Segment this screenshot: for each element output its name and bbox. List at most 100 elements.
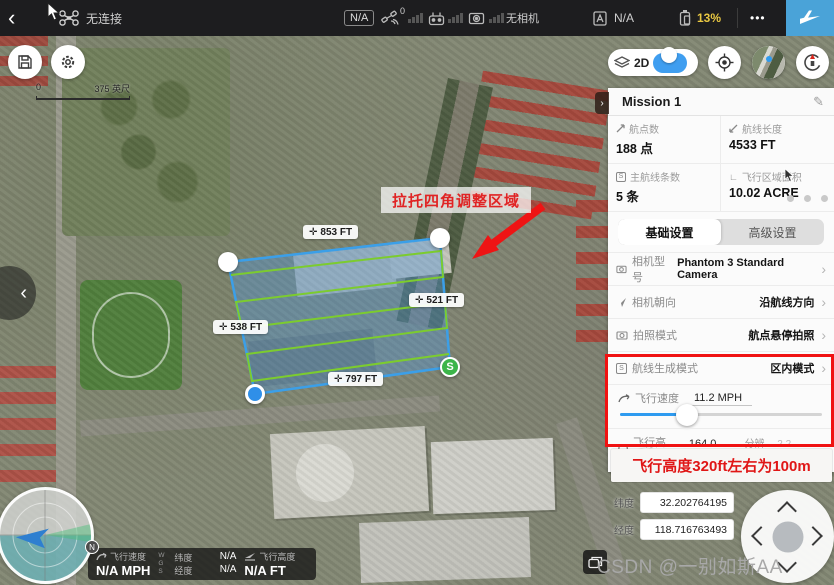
toggle-knob — [661, 47, 677, 63]
longitude-field[interactable]: 118.716763493 — [640, 519, 734, 540]
start-waypoint-marker[interactable]: S — [440, 357, 460, 377]
flight-mode-value: N/A — [614, 0, 634, 36]
remote-controller-icon — [428, 0, 445, 36]
plus-icon: ✛ — [309, 227, 317, 238]
view-2d-label: 2D — [634, 56, 649, 70]
edge-length-top: ✛853 FT — [303, 225, 358, 239]
corner-handle-topleft[interactable] — [218, 252, 238, 272]
speed-value-field[interactable]: 11.2 MPH — [684, 391, 752, 406]
gear-icon — [59, 53, 77, 71]
ruler-icon: ∟ — [729, 172, 738, 182]
collapse-panel-button[interactable]: › — [595, 92, 609, 114]
compass-icon — [802, 52, 823, 73]
corner-handle-bottomleft[interactable] — [245, 384, 265, 404]
row-capture-mode[interactable]: 拍照模式 航点悬停拍照 › — [608, 318, 834, 351]
plus-icon: ✛ — [334, 374, 342, 385]
chevron-right-icon: › — [821, 261, 826, 277]
tab-basic-settings[interactable]: 基础设置 — [618, 219, 721, 245]
telemetry-altitude: 飞行高度 N/A FT — [244, 550, 295, 578]
route-length-icon — [729, 124, 738, 133]
camera-status: 无相机 — [506, 0, 539, 36]
s-mode-icon: S — [616, 363, 627, 374]
s-mode-icon: S — [616, 172, 626, 182]
heading-icon — [616, 297, 627, 308]
telemetry-coords: 纬度N/A 经度N/A — [174, 551, 236, 577]
stats-page-dots[interactable] — [787, 195, 828, 202]
satellite-icon — [381, 0, 399, 36]
annotation-altitude-note: 飞行高度320ft左右为100m — [611, 449, 832, 482]
layers-icon — [614, 56, 630, 70]
chevron-right-icon: › — [821, 294, 826, 310]
mission-stats: 航点数 188 点 航线长度 4533 FT S主航线条数 5 条 ∟飞行区域面… — [608, 116, 834, 212]
scale-start: 0 — [36, 82, 41, 95]
takeoff-button[interactable] — [786, 0, 834, 36]
drone-icon — [58, 0, 80, 36]
stat-route-length: 航线长度 4533 FT — [721, 116, 834, 164]
north-indicator: N — [85, 540, 99, 554]
corner-handle-topright[interactable] — [430, 228, 450, 248]
flight-speed-slider-row: 飞行速度 11.2 MPH — [608, 384, 834, 428]
row-camera-heading[interactable]: 相机朝向 沿航线方向 › — [608, 285, 834, 318]
nudge-left-button[interactable] — [751, 526, 771, 546]
camera-icon — [616, 264, 627, 274]
mode-badge: N/A — [344, 0, 374, 36]
telemetry-bar: 飞行速度 N/A MPH WGS 纬度N/A 经度N/A 飞行高度 N/A FT — [88, 548, 316, 580]
satellite-count: 0 — [400, 0, 405, 29]
chevron-right-icon: › — [821, 327, 826, 343]
back-button[interactable]: ‹ — [8, 0, 15, 36]
plus-icon: ✛ — [219, 322, 227, 333]
plus-icon: ✛ — [415, 295, 423, 306]
edge-length-right: ✛521 FT — [409, 293, 464, 307]
wgs-label: WGS — [158, 552, 166, 576]
edge-length-left: ✛538 FT — [213, 320, 268, 334]
2d-toggle-switch[interactable] — [653, 53, 687, 73]
mouse-cursor — [47, 2, 61, 22]
more-button[interactable]: ••• — [750, 0, 766, 36]
telemetry-speed: 飞行速度 N/A MPH — [96, 550, 150, 578]
tab-advanced-settings[interactable]: 高级设置 — [721, 219, 824, 245]
waypoint-icon — [616, 124, 625, 133]
stat-area: ∟飞行区域面积 10.02 ACRE — [721, 164, 834, 212]
scale-end: 375 英尺 — [94, 82, 130, 95]
save-mission-button[interactable] — [8, 45, 42, 79]
topbar-divider — [737, 0, 738, 36]
battery-icon — [678, 0, 692, 36]
nudge-right-button[interactable] — [803, 526, 823, 546]
chevron-right-icon: › — [821, 360, 826, 376]
row-camera-model[interactable]: 相机型号 Phantom 3 Standard Camera › — [608, 252, 834, 285]
save-icon — [17, 54, 33, 70]
dpad-center[interactable] — [772, 521, 803, 552]
nudge-up-button[interactable] — [777, 501, 797, 521]
flight-mode-icon — [592, 0, 609, 36]
battery-percent: 13% — [697, 0, 721, 36]
speed-slider-knob[interactable] — [676, 404, 698, 426]
speed-icon — [618, 393, 630, 403]
map-mode-button[interactable] — [752, 46, 785, 79]
mission-panel: › Mission 1 ✎ 航点数 188 点 航线长度 4533 FT S主航… — [608, 88, 834, 472]
satellite-signal-bars — [408, 0, 423, 36]
latitude-field[interactable]: 32.202764195 — [640, 492, 734, 513]
panel-header: Mission 1 ✎ — [608, 88, 834, 116]
speed-slider-track[interactable] — [620, 413, 822, 416]
settings-button[interactable] — [51, 45, 85, 79]
mission-title: Mission 1 — [622, 94, 681, 109]
map-scale: 0 375 英尺 — [36, 82, 130, 100]
row-route-mode[interactable]: S 航线生成模式 区内模式 › — [608, 351, 834, 384]
settings-tabs: 基础设置 高级设置 — [618, 219, 824, 245]
speed-icon — [96, 552, 107, 561]
airplane-icon — [799, 9, 821, 27]
map-2d-toggle[interactable]: 2D — [608, 49, 698, 76]
stat-main-lines: S主航线条数 5 条 — [608, 164, 721, 212]
annotation-drag-hint: 拉托四角调整区域 — [381, 187, 531, 213]
app-window: S ✛853 FT ✛521 FT ✛538 FT ✛797 FT 拉托四角调整… — [0, 0, 834, 585]
capture-mode-icon — [616, 330, 628, 340]
heading-wedge — [45, 524, 91, 542]
altitude-icon — [244, 552, 256, 561]
attitude-compass-widget[interactable] — [0, 487, 94, 584]
compass-reset-button[interactable] — [796, 46, 829, 79]
locate-button[interactable] — [708, 46, 741, 79]
latitude-row: 纬度 32.202764195 — [614, 492, 734, 513]
status-bar: ‹ 无连接 N/A 0 无相机 N/A 13% ••• — [0, 0, 834, 36]
longitude-row: 经度 118.716763493 — [614, 519, 734, 540]
edit-mission-icon[interactable]: ✎ — [813, 94, 824, 110]
